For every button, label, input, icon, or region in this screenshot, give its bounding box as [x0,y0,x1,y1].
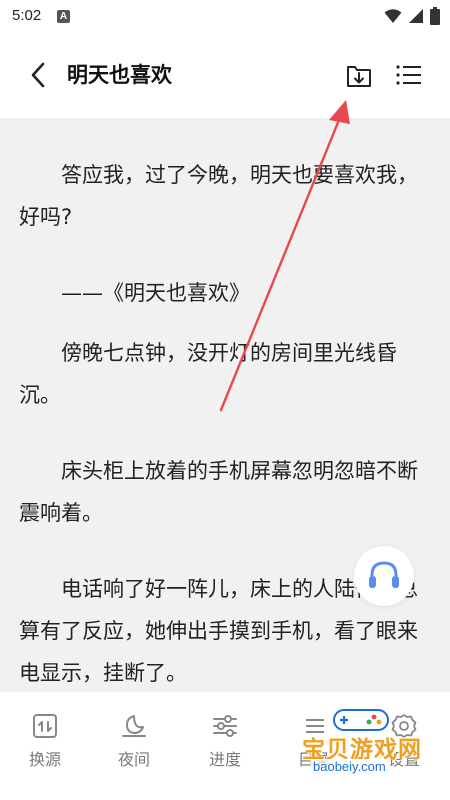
toolbar-item-night-mode[interactable]: 夜间 [99,712,169,770]
book-title: 明天也喜欢 [67,63,172,87]
download-icon[interactable] [345,62,373,90]
toolbar-item-progress[interactable]: 进度 [190,712,260,770]
paragraph: 床头柜上放着的手机屏幕忽明忽暗不断震响着。 [19,459,418,525]
toolbar-label: 进度 [208,750,241,769]
battery-icon [430,7,440,25]
status-time: 5:02 [12,7,42,24]
paragraph: ——《明天也喜欢》 [61,281,250,305]
toolbar-label: 换源 [28,750,61,769]
watermark-url: baobeiy.com [310,759,389,774]
reader-header: 明天也喜欢 [0,36,450,118]
wifi-icon [384,9,402,23]
watermark: 宝贝游戏网 baobeiy.com [298,706,428,786]
list-menu-icon[interactable] [394,61,424,89]
toolbar-item-switch-source[interactable]: 换源 [10,712,80,770]
headphones-icon [369,561,399,588]
progress-icon [213,715,237,737]
switch-source-icon [33,714,57,738]
cell-signal-icon [409,9,423,23]
paragraph: 答应我，过了今晚，明天也要喜欢我，好吗? [19,163,418,229]
back-icon[interactable] [26,60,50,90]
listen-button[interactable] [354,546,414,606]
status-icons [384,7,440,25]
paragraph: 傍晚七点钟，没开灯的房间里光线昏沉。 [19,341,397,407]
notification-a-icon: A [57,10,70,23]
night-mode-icon [122,715,146,737]
status-bar: 5:02 A [0,0,450,36]
toolbar-label: 夜间 [117,750,150,769]
